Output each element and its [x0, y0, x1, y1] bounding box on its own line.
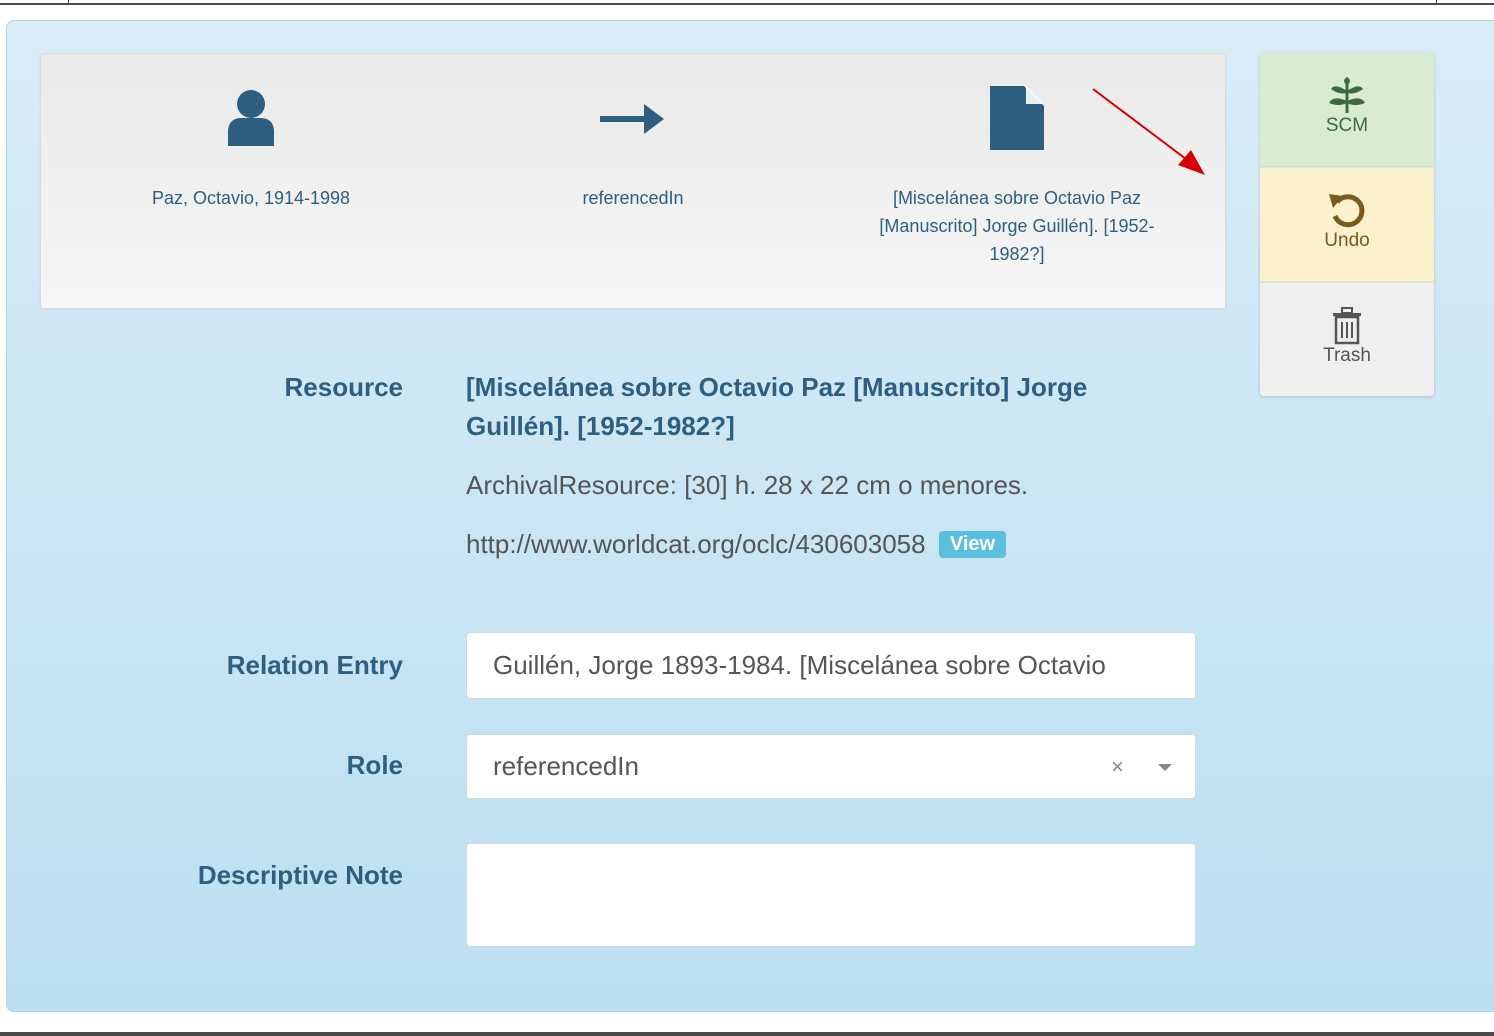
resource-title-line: [Miscelánea sobre Octavio Paz [Manuscrit… [466, 372, 1088, 402]
resource-link[interactable]: http://www.worldcat.org/oclc/430603058 [466, 529, 926, 559]
role-select[interactable]: referencedIn × [466, 734, 1196, 799]
subject-label: Paz, Octavio, 1914-1998 [151, 188, 351, 208]
descriptive-note-label: Descriptive Note [197, 860, 403, 890]
chevron-down-icon[interactable] [1158, 764, 1172, 771]
top-border-tick [1436, 0, 1437, 5]
trash-icon [1333, 307, 1361, 345]
undo-label: Undo [1324, 230, 1370, 251]
resource-label: Resource [284, 372, 404, 402]
object-line: 1982?] [989, 244, 1045, 264]
scm-button[interactable]: SCM [1260, 53, 1434, 167]
object-line: [Manuscrito] Jorge Guillén]. [1952- [879, 216, 1155, 236]
user-icon [228, 90, 274, 146]
arrow-right-icon [600, 104, 664, 134]
view-button[interactable]: View [938, 531, 1007, 558]
top-border [0, 0, 1494, 5]
resource-title-line: Guillén]. [1952-1982?] [466, 411, 735, 441]
trash-label: Trash [1323, 345, 1371, 366]
undo-icon [1329, 194, 1365, 228]
undo-button[interactable]: Undo [1260, 168, 1434, 282]
relation-entry-label: Relation Entry [226, 650, 403, 680]
resource-title: [Miscelánea sobre Octavio Paz [Manuscrit… [466, 368, 1186, 446]
clear-icon[interactable]: × [1111, 735, 1124, 798]
resource-link-row: http://www.worldcat.org/oclc/430603058 V… [466, 529, 1007, 560]
summary-relation: referencedIn [483, 54, 783, 212]
leaf-icon [1329, 77, 1365, 113]
bottom-border [0, 1032, 1494, 1036]
summary-subject: Paz, Octavio, 1914-1998 [101, 54, 401, 212]
relation-entry-field[interactable]: Guillén, Jorge 1893-1984. [Miscelánea so… [466, 632, 1196, 699]
relation-label: referencedIn [582, 188, 684, 208]
role-value: referencedIn [493, 751, 639, 781]
action-sidebar: SCM Undo Trash [1260, 53, 1434, 396]
document-icon [990, 86, 1044, 150]
top-border-tick [68, 0, 69, 5]
role-label: Role [346, 750, 403, 780]
object-line: [Miscelánea sobre Octavio Paz [892, 188, 1142, 208]
descriptive-note-field[interactable] [466, 843, 1196, 947]
scm-label: SCM [1325, 115, 1369, 136]
relation-summary: Paz, Octavio, 1914-1998 referencedIn [Mi… [40, 53, 1226, 309]
trash-button[interactable]: Trash [1260, 283, 1434, 396]
annotation-arrow [1092, 88, 1205, 175]
resource-type: ArchivalResource: [30] h. 28 x 22 cm o m… [466, 470, 1029, 500]
